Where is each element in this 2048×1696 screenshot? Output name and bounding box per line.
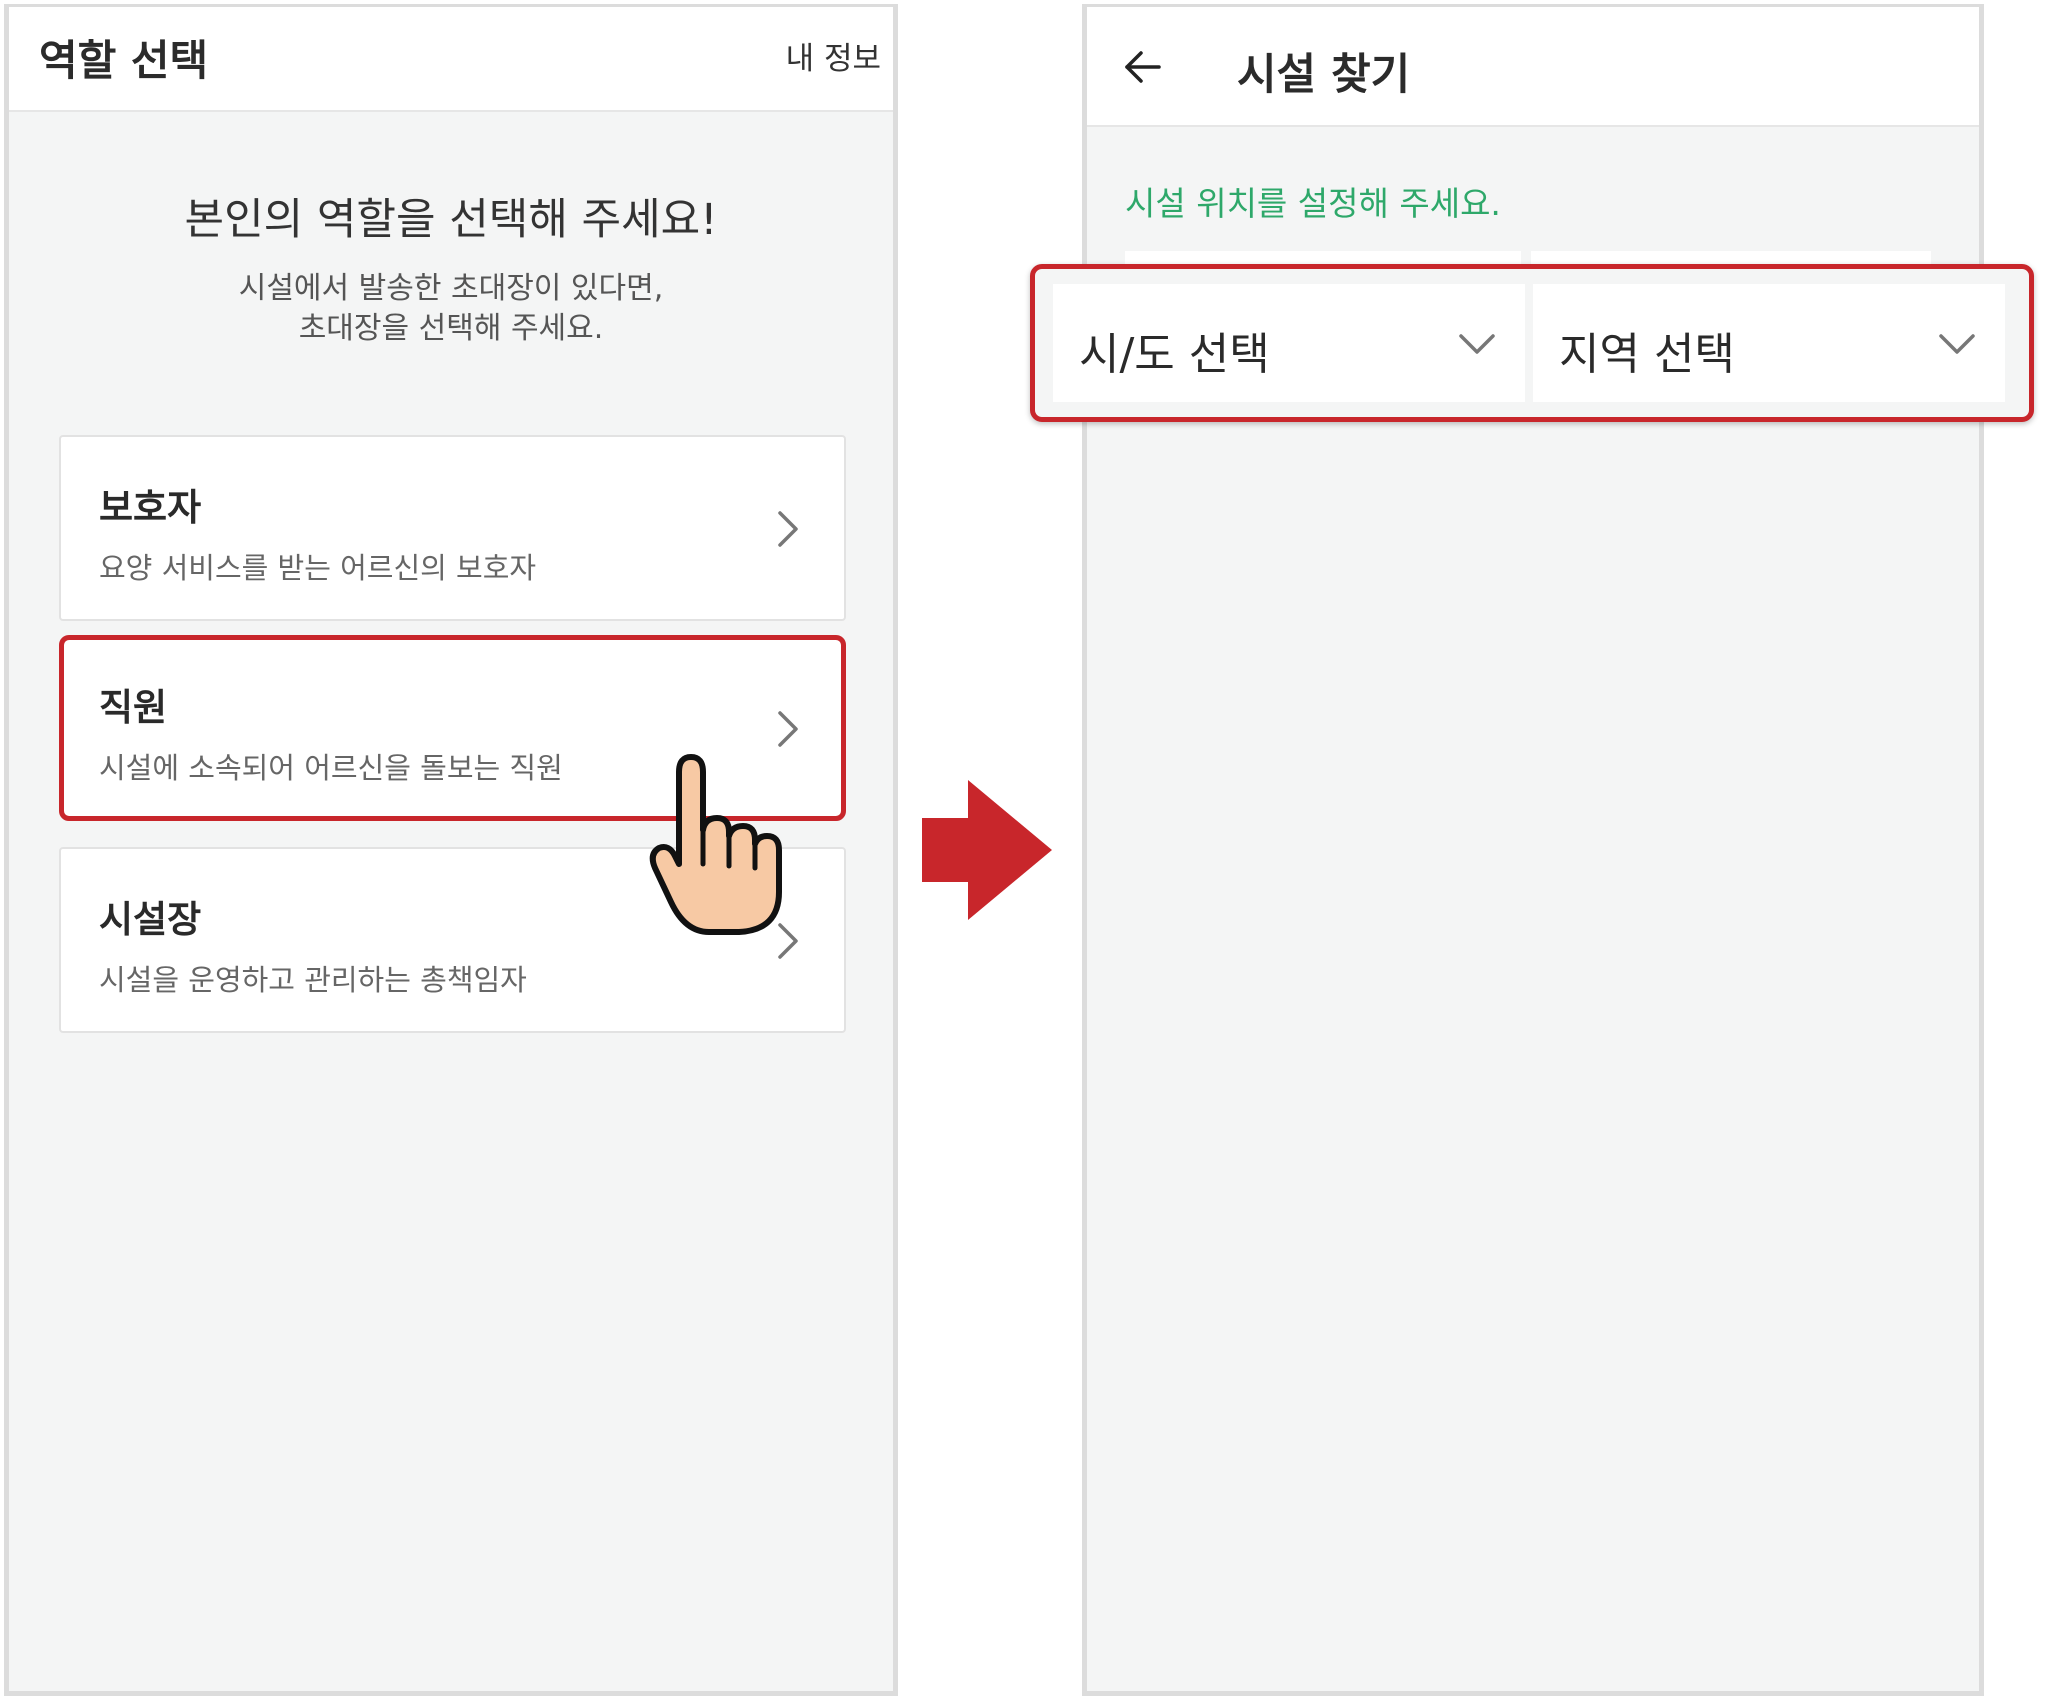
role-title: 보호자 xyxy=(99,486,202,529)
role-headline: 본인의 역할을 선택해 주세요! xyxy=(184,195,718,245)
invite-hint: 시설에서 발송한 초대장이 있다면, 초대장을 선택해 주세요. xyxy=(9,269,893,349)
chevron-right-icon xyxy=(778,711,798,747)
location-hint: 시설 위치를 설정해 주세요. xyxy=(1125,184,1501,223)
chevron-down-icon xyxy=(1459,334,1495,354)
pointing-hand-icon xyxy=(649,754,782,935)
chevron-right-icon xyxy=(778,511,798,547)
role-card-guardian[interactable]: 보호자 요양 서비스를 받는 어르신의 보호자 xyxy=(59,435,846,621)
arrow-left-icon[interactable] xyxy=(1123,47,1163,87)
role-description: 시설에 소속되어 어르신을 돌보는 직원 xyxy=(99,751,563,785)
tutorial-composite: 역할 선택 내 정보 본인의 역할을 선택해 주세요! 시설에서 발송한 초대장… xyxy=(0,0,2048,1696)
page-title: 시설 찾기 xyxy=(1237,50,1411,100)
district-select[interactable]: 지역 선택 xyxy=(1533,284,2005,402)
app-bar: 역할 선택 내 정보 xyxy=(9,7,893,112)
facility-search-screen: 시설 찾기 시설 위치를 설정해 주세요. xyxy=(1082,4,1984,1696)
province-select[interactable]: 시/도 선택 xyxy=(1053,284,1525,402)
role-select-screen: 역할 선택 내 정보 본인의 역할을 선택해 주세요! 시설에서 발송한 초대장… xyxy=(4,4,898,1696)
my-info-button[interactable]: 내 정보 xyxy=(786,33,881,78)
chevron-down-icon xyxy=(1939,334,1975,354)
arrow-right-icon xyxy=(922,780,1052,920)
role-description: 요양 서비스를 받는 어르신의 보호자 xyxy=(99,551,537,585)
region-select-group: 시/도 선택 지역 선택 xyxy=(1030,264,2034,422)
province-select-label: 시/도 선택 xyxy=(1079,329,1270,380)
page-title: 역할 선택 xyxy=(39,36,209,85)
invite-hint-line-2: 초대장을 선택해 주세요. xyxy=(298,311,604,346)
role-title: 직원 xyxy=(99,686,168,729)
district-select-label: 지역 선택 xyxy=(1559,329,1735,380)
app-bar: 시설 찾기 xyxy=(1087,7,1979,127)
invite-hint-line-1: 시설에서 발송한 초대장이 있다면, xyxy=(238,271,664,306)
role-title: 시설장 xyxy=(99,898,202,941)
role-description: 시설을 운영하고 관리하는 총책임자 xyxy=(99,963,527,997)
